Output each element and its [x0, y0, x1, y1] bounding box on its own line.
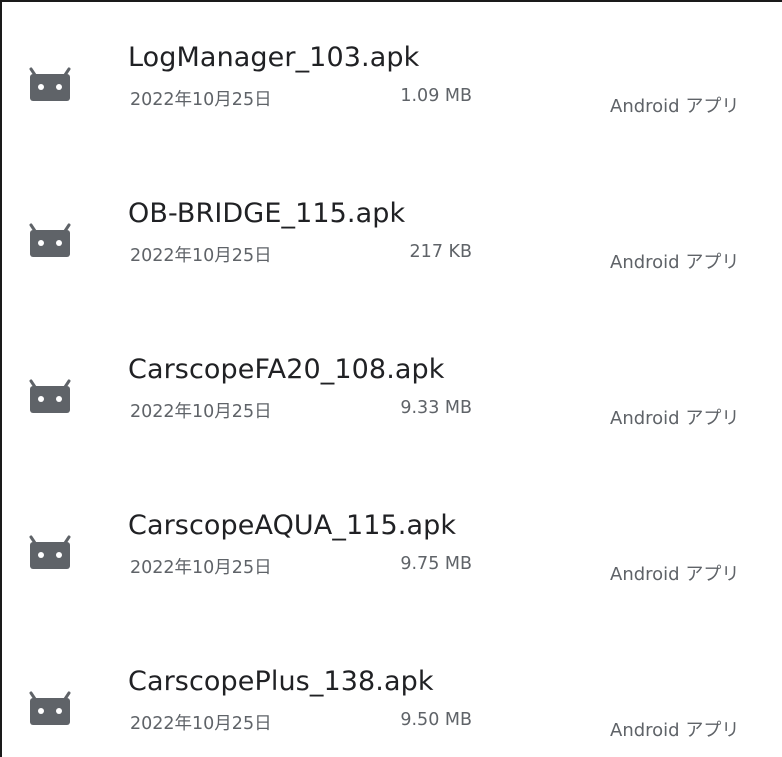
file-row[interactable]: OB-BRIDGE_115.apk 2022年10月25日 217 KB And…: [2, 198, 782, 298]
file-name: CarscopeFA20_108.apk: [128, 354, 445, 385]
file-name: CarscopePlus_138.apk: [128, 666, 434, 697]
file-name: CarscopeAQUA_115.apk: [128, 510, 457, 541]
file-row[interactable]: CarscopeAQUA_115.apk 2022年10月25日 9.75 MB…: [2, 510, 782, 610]
file-row[interactable]: CarscopePlus_138.apk 2022年10月25日 9.50 MB…: [2, 666, 782, 757]
file-date: 2022年10月25日: [130, 714, 272, 734]
file-date: 2022年10月25日: [130, 90, 272, 110]
file-date: 2022年10月25日: [130, 402, 272, 422]
file-row[interactable]: CarscopeFA20_108.apk 2022年10月25日 9.33 MB…: [2, 354, 782, 454]
android-icon: [28, 223, 72, 259]
file-row[interactable]: LogManager_103.apk 2022年10月25日 1.09 MB A…: [2, 42, 782, 142]
android-icon: [28, 691, 72, 727]
file-name: LogManager_103.apk: [128, 42, 420, 73]
android-icon: [28, 67, 72, 103]
android-icon: [28, 379, 72, 415]
file-type: Android アプリ: [610, 720, 740, 741]
file-type: Android アプリ: [610, 564, 740, 585]
file-list: LogManager_103.apk 2022年10月25日 1.09 MB A…: [0, 0, 782, 757]
file-type: Android アプリ: [610, 408, 740, 429]
file-date: 2022年10月25日: [130, 558, 272, 578]
android-icon: [28, 535, 72, 571]
file-size: 9.75 MB: [400, 554, 472, 574]
file-type: Android アプリ: [610, 252, 740, 273]
file-size: 1.09 MB: [400, 86, 472, 106]
file-type: Android アプリ: [610, 96, 740, 117]
file-size: 9.33 MB: [400, 398, 472, 418]
file-size: 9.50 MB: [400, 710, 472, 730]
file-size: 217 KB: [409, 242, 472, 262]
file-name: OB-BRIDGE_115.apk: [128, 198, 406, 229]
file-date: 2022年10月25日: [130, 246, 272, 266]
